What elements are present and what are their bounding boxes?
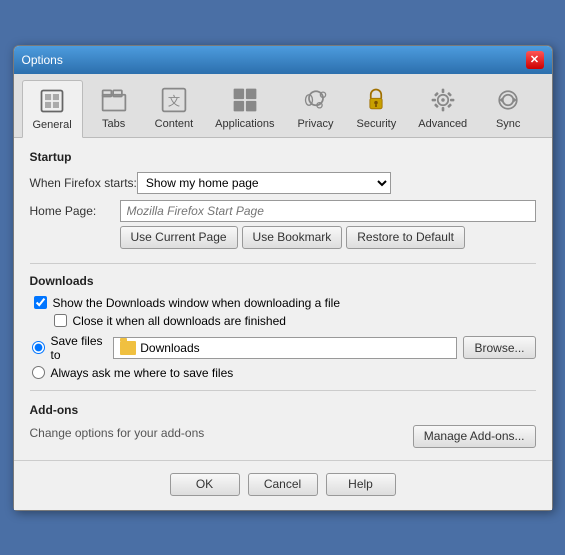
startup-section-label: Startup — [30, 150, 536, 164]
tab-advanced[interactable]: Advanced — [408, 80, 477, 137]
close-button[interactable]: ✕ — [526, 51, 544, 69]
tab-content[interactable]: 文 Content — [145, 80, 204, 137]
cancel-button[interactable]: Cancel — [248, 473, 318, 496]
downloads-section-label: Downloads — [30, 274, 536, 288]
addons-section-label: Add-ons — [30, 403, 536, 417]
privacy-icon — [300, 84, 332, 116]
startup-dropdown-wrapper: Show my home page Show a blank page Show… — [137, 172, 391, 194]
tab-applications[interactable]: Applications — [205, 80, 284, 137]
tab-tabs-label: Tabs — [102, 118, 125, 130]
tab-privacy-label: Privacy — [297, 118, 333, 130]
help-button[interactable]: Help — [326, 473, 396, 496]
show-downloads-row: Show the Downloads window when downloadi… — [30, 296, 536, 310]
when-label: When Firefox starts: — [30, 176, 137, 190]
download-path: Downloads — [113, 337, 457, 359]
close-downloads-checkbox[interactable] — [54, 314, 67, 327]
applications-icon — [229, 84, 261, 116]
tab-tabs[interactable]: Tabs — [85, 80, 143, 137]
show-downloads-checkbox[interactable] — [34, 296, 47, 309]
always-ask-label: Always ask me where to save files — [51, 366, 234, 380]
always-ask-row: Always ask me where to save files — [30, 366, 536, 380]
general-icon — [36, 85, 68, 117]
addons-desc: Change options for your add-ons — [30, 426, 205, 440]
downloads-section: Downloads Show the Downloads window when… — [30, 274, 536, 380]
restore-to-default-button[interactable]: Restore to Default — [346, 226, 465, 249]
main-content: Startup When Firefox starts: Show my hom… — [14, 138, 552, 460]
divider-downloads — [30, 263, 536, 264]
tab-general[interactable]: General — [22, 80, 83, 138]
sync-icon — [492, 84, 524, 116]
title-bar: Options ✕ — [14, 46, 552, 74]
window-title: Options — [22, 53, 63, 67]
advanced-icon — [427, 84, 459, 116]
close-downloads-label: Close it when all downloads are finished — [73, 314, 286, 328]
use-current-page-button[interactable]: Use Current Page — [120, 226, 238, 249]
startup-dropdown[interactable]: Show my home page Show a blank page Show… — [137, 172, 391, 194]
startup-when-row: When Firefox starts: Show my home page S… — [30, 172, 536, 194]
browse-area: Downloads Browse... — [113, 336, 535, 359]
browse-button[interactable]: Browse... — [463, 336, 535, 359]
ok-button[interactable]: OK — [170, 473, 240, 496]
folder-icon — [120, 341, 136, 355]
tab-content-label: Content — [155, 118, 194, 130]
homepage-buttons: Use Current Page Use Bookmark Restore to… — [30, 226, 536, 249]
divider-addons — [30, 390, 536, 391]
home-label: Home Page: — [30, 204, 120, 218]
tab-bar: General Tabs 文 Content — [14, 74, 552, 138]
tab-security[interactable]: Security — [347, 80, 407, 137]
tab-applications-label: Applications — [215, 118, 274, 130]
tab-general-label: General — [33, 119, 72, 131]
tabs-icon — [98, 84, 130, 116]
homepage-row: Home Page: — [30, 200, 536, 222]
addons-row: Change options for your add-ons Manage A… — [30, 425, 536, 448]
tab-sync[interactable]: Sync — [479, 80, 537, 137]
homepage-input[interactable] — [120, 200, 536, 222]
options-window: Options ✕ General — [13, 45, 553, 511]
startup-section: Startup When Firefox starts: Show my hom… — [30, 150, 536, 249]
always-ask-radio[interactable] — [32, 366, 45, 379]
tab-advanced-label: Advanced — [418, 118, 467, 130]
save-files-row: Save files to Downloads Browse... — [30, 334, 536, 362]
download-folder-name: Downloads — [140, 341, 199, 355]
security-icon — [360, 84, 392, 116]
tab-security-label: Security — [357, 118, 397, 130]
close-downloads-row: Close it when all downloads are finished — [30, 314, 536, 328]
svg-text:文: 文 — [168, 93, 180, 108]
footer: OK Cancel Help — [14, 460, 552, 510]
save-files-radio[interactable] — [32, 341, 45, 354]
show-downloads-label: Show the Downloads window when downloadi… — [53, 296, 341, 310]
addons-section: Add-ons Change options for your add-ons … — [30, 403, 536, 448]
save-files-label: Save files to — [51, 334, 106, 362]
tab-privacy[interactable]: Privacy — [287, 80, 345, 137]
use-bookmark-button[interactable]: Use Bookmark — [242, 226, 343, 249]
content-icon: 文 — [158, 84, 190, 116]
tab-sync-label: Sync — [496, 118, 520, 130]
manage-addons-button[interactable]: Manage Add-ons... — [413, 425, 536, 448]
